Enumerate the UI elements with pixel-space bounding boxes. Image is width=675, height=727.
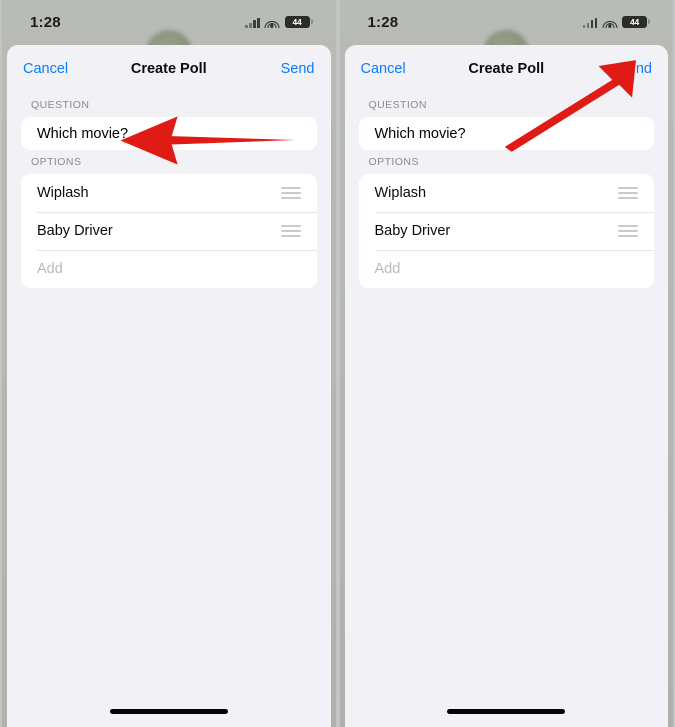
send-button[interactable]: Send: [618, 61, 652, 77]
wifi-icon: [602, 17, 617, 28]
battery-icon: 44: [284, 15, 313, 29]
options-section-label: OPTIONS: [368, 156, 419, 168]
option-row-2[interactable]: Baby Driver: [21, 212, 317, 250]
battery-percent-label: 44: [292, 16, 302, 27]
status-bar: 1:28 44: [2, 0, 336, 44]
option-label: Wiplash: [37, 185, 89, 201]
option-label: Baby Driver: [37, 223, 113, 239]
question-section-label: QUESTION: [368, 99, 427, 111]
options-card: Wiplash Baby Driver Add: [358, 174, 655, 288]
reorder-handle-icon[interactable]: [618, 225, 638, 237]
add-option-placeholder: Add: [37, 261, 63, 277]
status-indicators: 44: [582, 15, 650, 29]
battery-percent-label: 44: [629, 16, 640, 27]
create-poll-sheet: Cancel Create Poll Send QUESTION Which m…: [344, 45, 669, 727]
wifi-icon: [264, 17, 280, 28]
cancel-button[interactable]: Cancel: [23, 61, 68, 77]
phone-panel-left: 1:28 44 Cancel Create Poll Send QUESTION…: [0, 0, 338, 727]
home-indicator: [109, 709, 228, 714]
option-label: Baby Driver: [374, 223, 451, 239]
status-time: 1:28: [30, 13, 61, 31]
question-input-field[interactable]: Which movie?: [359, 117, 655, 150]
question-card: Which movie?: [358, 117, 655, 150]
battery-icon: 44: [622, 15, 650, 29]
sheet-navbar: Cancel Create Poll Send: [7, 45, 331, 93]
cellular-signal-icon: [245, 17, 260, 28]
create-poll-sheet: Cancel Create Poll Send QUESTION Which m…: [7, 45, 331, 727]
cancel-button[interactable]: Cancel: [361, 61, 406, 77]
options-card: Wiplash Baby Driver Add: [21, 174, 317, 288]
question-input-field[interactable]: Which movie?: [21, 117, 317, 150]
reorder-handle-icon[interactable]: [280, 225, 301, 237]
send-button[interactable]: Send: [281, 61, 315, 77]
two-panel-tutorial-screenshot: 1:28 44 Cancel Create Poll Send QUESTION…: [0, 0, 675, 727]
question-card: Which movie?: [21, 117, 317, 150]
option-row-2[interactable]: Baby Driver: [359, 212, 655, 250]
status-indicators: 44: [245, 15, 313, 29]
home-indicator: [447, 709, 566, 714]
cellular-signal-icon: [582, 17, 597, 28]
status-bar: 1:28 44: [340, 0, 674, 44]
reorder-handle-icon[interactable]: [280, 187, 301, 199]
option-label: Wiplash: [374, 185, 427, 201]
options-section-label: OPTIONS: [31, 156, 82, 168]
sheet-navbar: Cancel Create Poll Send: [345, 45, 669, 93]
status-time: 1:28: [367, 13, 399, 31]
option-row-1[interactable]: Wiplash: [21, 174, 317, 212]
add-option-row[interactable]: Add: [21, 250, 317, 288]
reorder-handle-icon[interactable]: [618, 187, 638, 199]
add-option-row[interactable]: Add: [359, 250, 655, 288]
option-row-1[interactable]: Wiplash: [359, 174, 655, 212]
question-section-label: QUESTION: [31, 99, 90, 111]
add-option-placeholder: Add: [374, 261, 401, 277]
phone-panel-right: 1:28 44 Cancel Create Poll Send QUESTION…: [337, 0, 675, 727]
